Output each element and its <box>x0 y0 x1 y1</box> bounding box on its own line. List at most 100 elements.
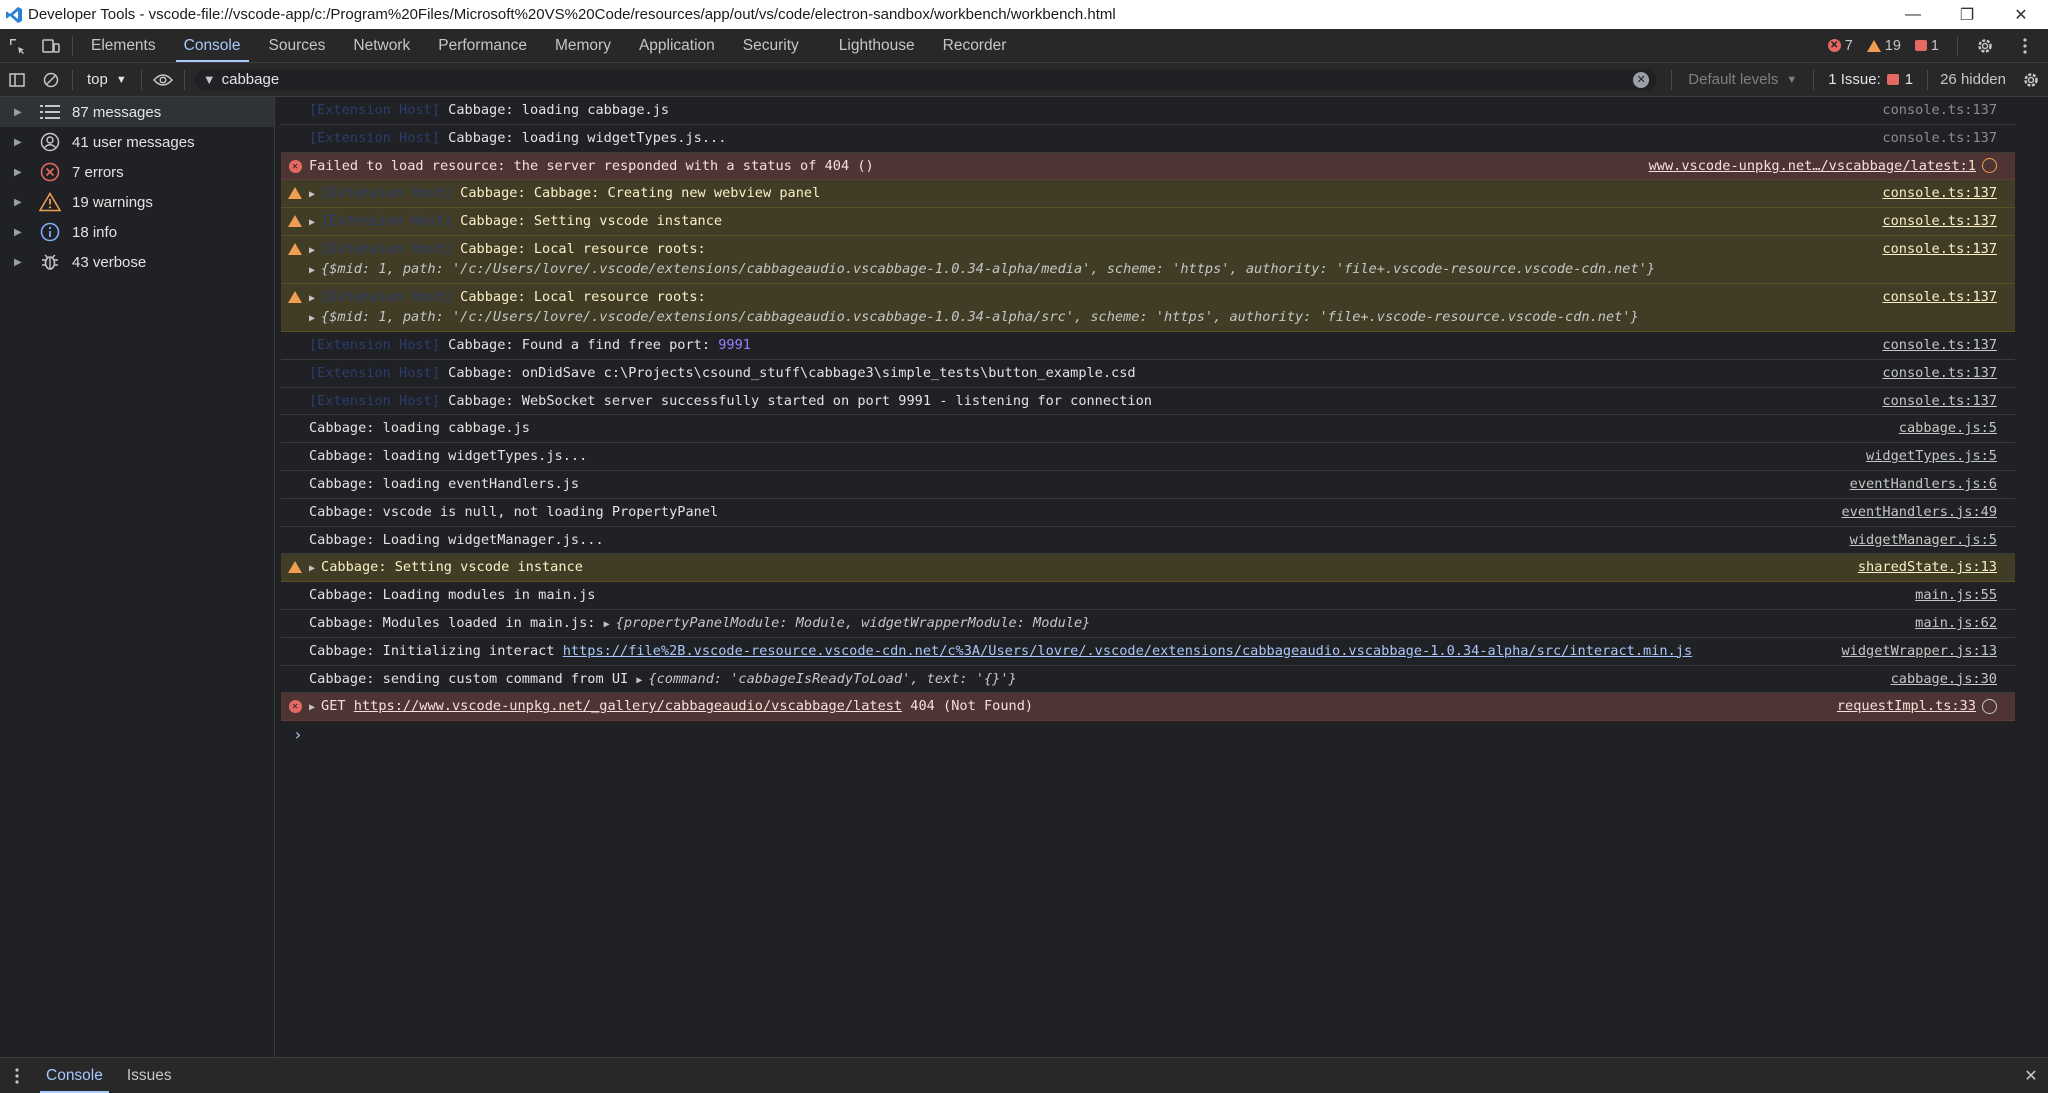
log-levels-dropdown[interactable]: Default levels ▼ <box>1676 71 1809 88</box>
message-source-link[interactable]: cabbage.js:5 <box>1899 420 2015 436</box>
tab-security[interactable]: Security <box>729 29 813 62</box>
expand-triangle-icon[interactable]: ▶ <box>309 563 315 574</box>
sidebar-item-messages[interactable]: ▶ 87 messages <box>0 97 274 127</box>
expand-triangle-icon[interactable]: ▶ <box>309 293 315 304</box>
console-message[interactable]: [Extension Host] Cabbage: Found a find f… <box>281 332 2015 360</box>
filter-input-value[interactable]: cabbage <box>222 71 1634 88</box>
expand-triangle-icon[interactable]: ▶ <box>636 675 642 686</box>
message-source-link[interactable]: widgetTypes.js:5 <box>1866 448 2015 464</box>
sidebar-item-info[interactable]: ▶ 18 info <box>0 217 274 247</box>
expand-triangle-icon[interactable]: ▶ <box>309 189 315 200</box>
message-source-link[interactable]: widgetWrapper.js:13 <box>1836 643 2016 659</box>
issue-count[interactable]: 1 <box>1914 38 1939 54</box>
expand-triangle-icon[interactable]: ▶ <box>309 265 315 276</box>
maximize-button[interactable]: ❐ <box>1940 0 1994 29</box>
console-error-message[interactable]: ✕ Failed to load resource: the server re… <box>281 152 2015 181</box>
more-options-icon[interactable] <box>2008 29 2042 62</box>
console-message[interactable]: Cabbage: sending custom command from UI … <box>281 666 2015 694</box>
device-toolbar-icon[interactable] <box>34 29 68 62</box>
expand-arrow-icon[interactable]: ▶ <box>14 257 28 268</box>
network-globe-icon[interactable] <box>1982 158 1997 174</box>
console-message[interactable]: Cabbage: Initializing interact https://f… <box>281 638 2015 666</box>
drawer-tab-issues[interactable]: Issues <box>115 1058 184 1093</box>
message-source-link[interactable]: sharedState.js:13 <box>1858 559 2015 575</box>
warning-count[interactable]: 19 <box>1866 38 1901 54</box>
console-message[interactable]: Cabbage: vscode is null, not loading Pro… <box>281 499 2015 527</box>
expand-arrow-icon[interactable]: ▶ <box>14 197 28 208</box>
console-message[interactable]: Cabbage: Loading widgetManager.js... wid… <box>281 527 2015 555</box>
message-source-link[interactable]: console.ts:137 <box>1882 365 2015 381</box>
tab-recorder[interactable]: Recorder <box>929 29 1021 62</box>
sidebar-item-errors[interactable]: ▶ 7 errors <box>0 157 274 187</box>
object-preview[interactable]: {$mid: 1, path: '/c:/Users/lovre/.vscode… <box>321 309 1639 325</box>
console-message[interactable]: Cabbage: loading eventHandlers.js eventH… <box>281 471 2015 499</box>
drawer-tab-console[interactable]: Console <box>34 1058 115 1093</box>
message-source-link[interactable]: requestImpl.ts:33 <box>1837 698 2015 714</box>
tab-console[interactable]: Console <box>170 29 255 62</box>
sidebar-item-warnings[interactable]: ▶ 19 warnings <box>0 187 274 217</box>
message-source-link[interactable]: console.ts:137 <box>1882 337 2015 353</box>
message-source-link[interactable]: main.js:62 <box>1915 615 2015 631</box>
object-preview[interactable]: {command: 'cabbageIsReadyToLoad', text: … <box>648 671 1016 687</box>
sidebar-item-verbose[interactable]: ▶ 43 verbose <box>0 247 274 277</box>
close-drawer-icon[interactable]: ✕ <box>2014 1059 2048 1092</box>
interact-url-link[interactable]: https://file%2B.vscode-resource.vscode-c… <box>563 643 1692 659</box>
expand-arrow-icon[interactable]: ▶ <box>14 107 28 118</box>
message-source-link[interactable]: console.ts:137 <box>1882 289 2015 305</box>
tab-network[interactable]: Network <box>339 29 424 62</box>
tab-sources[interactable]: Sources <box>255 29 340 62</box>
sidebar-item-user-messages[interactable]: ▶ 41 user messages <box>0 127 274 157</box>
console-message[interactable]: [Extension Host] Cabbage: loading cabbag… <box>281 97 2015 125</box>
object-preview[interactable]: {$mid: 1, path: '/c:/Users/lovre/.vscode… <box>321 261 1655 277</box>
issues-button[interactable]: 1 Issue: 1 <box>1818 71 1923 88</box>
tab-lighthouse[interactable]: Lighthouse <box>825 29 929 62</box>
expand-triangle-icon[interactable]: ▶ <box>309 702 315 713</box>
tab-memory[interactable]: Memory <box>541 29 625 62</box>
message-source-link[interactable]: widgetManager.js:5 <box>1850 532 2015 548</box>
console-message[interactable]: [Extension Host] Cabbage: onDidSave c:\P… <box>281 360 2015 388</box>
inspect-element-icon[interactable] <box>0 29 34 62</box>
expand-triangle-icon[interactable]: ▶ <box>309 313 315 324</box>
message-source-link[interactable]: console.ts:137 <box>1882 213 2015 229</box>
message-source-link[interactable]: console.ts:137 <box>1882 102 2015 118</box>
sidebar-toggle-icon[interactable] <box>0 63 34 96</box>
clear-console-icon[interactable] <box>34 63 68 96</box>
console-message[interactable]: Cabbage: Modules loaded in main.js: ▶ {pr… <box>281 610 2015 638</box>
console-warning-message[interactable]: ▶ Cabbage: Setting vscode instance shared… <box>281 554 2015 583</box>
object-preview[interactable]: {propertyPanelModule: Module, widgetWrap… <box>616 615 1091 631</box>
console-message[interactable]: Cabbage: loading cabbage.js cabbage.js:5 <box>281 415 2015 444</box>
console-warning-message[interactable]: ▶ [Extension Host] Cabbage: Cabbage: Crea… <box>281 180 2015 209</box>
message-source-link[interactable]: console.ts:137 <box>1882 241 2015 257</box>
message-source-link[interactable]: eventHandlers.js:49 <box>1842 504 2016 520</box>
message-source-link[interactable]: cabbage.js:30 <box>1891 671 2015 687</box>
minimize-button[interactable]: — <box>1886 0 1940 29</box>
expand-arrow-icon[interactable]: ▶ <box>14 227 28 238</box>
request-url-link[interactable]: https://www.vscode-unpkg.net/_gallery/ca… <box>354 698 902 714</box>
message-source-link[interactable]: console.ts:137 <box>1882 185 2015 201</box>
close-window-button[interactable]: ✕ <box>1994 0 2048 29</box>
tab-application[interactable]: Application <box>625 29 729 62</box>
expand-triangle-icon[interactable]: ▶ <box>309 217 315 228</box>
message-source-link[interactable]: www.vscode-unpkg.net…/vscabbage/latest:1 <box>1649 158 2015 174</box>
console-prompt[interactable]: › <box>281 721 2015 744</box>
console-settings-gear-icon[interactable] <box>2014 63 2048 96</box>
console-warning-message[interactable]: ▶ [Extension Host] Cabbage: Local resourc… <box>281 283 2015 332</box>
console-warning-message[interactable]: ▶ [Extension Host] Cabbage: Local resourc… <box>281 235 2015 284</box>
console-message[interactable]: Cabbage: Loading modules in main.js main… <box>281 582 2015 610</box>
context-selector[interactable]: top ▼ <box>77 71 137 88</box>
expand-triangle-icon[interactable]: ▶ <box>604 619 610 630</box>
live-expression-eye-icon[interactable] <box>146 63 180 96</box>
network-globe-icon[interactable] <box>1982 698 1997 714</box>
filter-input[interactable]: ▼ cabbage ✕ <box>194 68 1658 91</box>
message-source-link[interactable]: main.js:55 <box>1915 587 2015 603</box>
expand-arrow-icon[interactable]: ▶ <box>14 137 28 148</box>
console-error-message[interactable]: ✕ ▶ GET https://www.vscode-unpkg.net/_gal… <box>281 693 2015 722</box>
message-source-link[interactable]: console.ts:137 <box>1882 130 2015 146</box>
drawer-menu-icon[interactable] <box>0 1059 34 1092</box>
console-message[interactable]: Cabbage: loading widgetTypes.js... widge… <box>281 443 2015 471</box>
message-source-link[interactable]: eventHandlers.js:6 <box>1850 476 2015 492</box>
console-warning-message[interactable]: ▶ [Extension Host] Cabbage: Setting vscod… <box>281 208 2015 236</box>
expand-triangle-icon[interactable]: ▶ <box>309 245 315 256</box>
tab-elements[interactable]: Elements <box>77 29 170 62</box>
tab-performance[interactable]: Performance <box>424 29 541 62</box>
